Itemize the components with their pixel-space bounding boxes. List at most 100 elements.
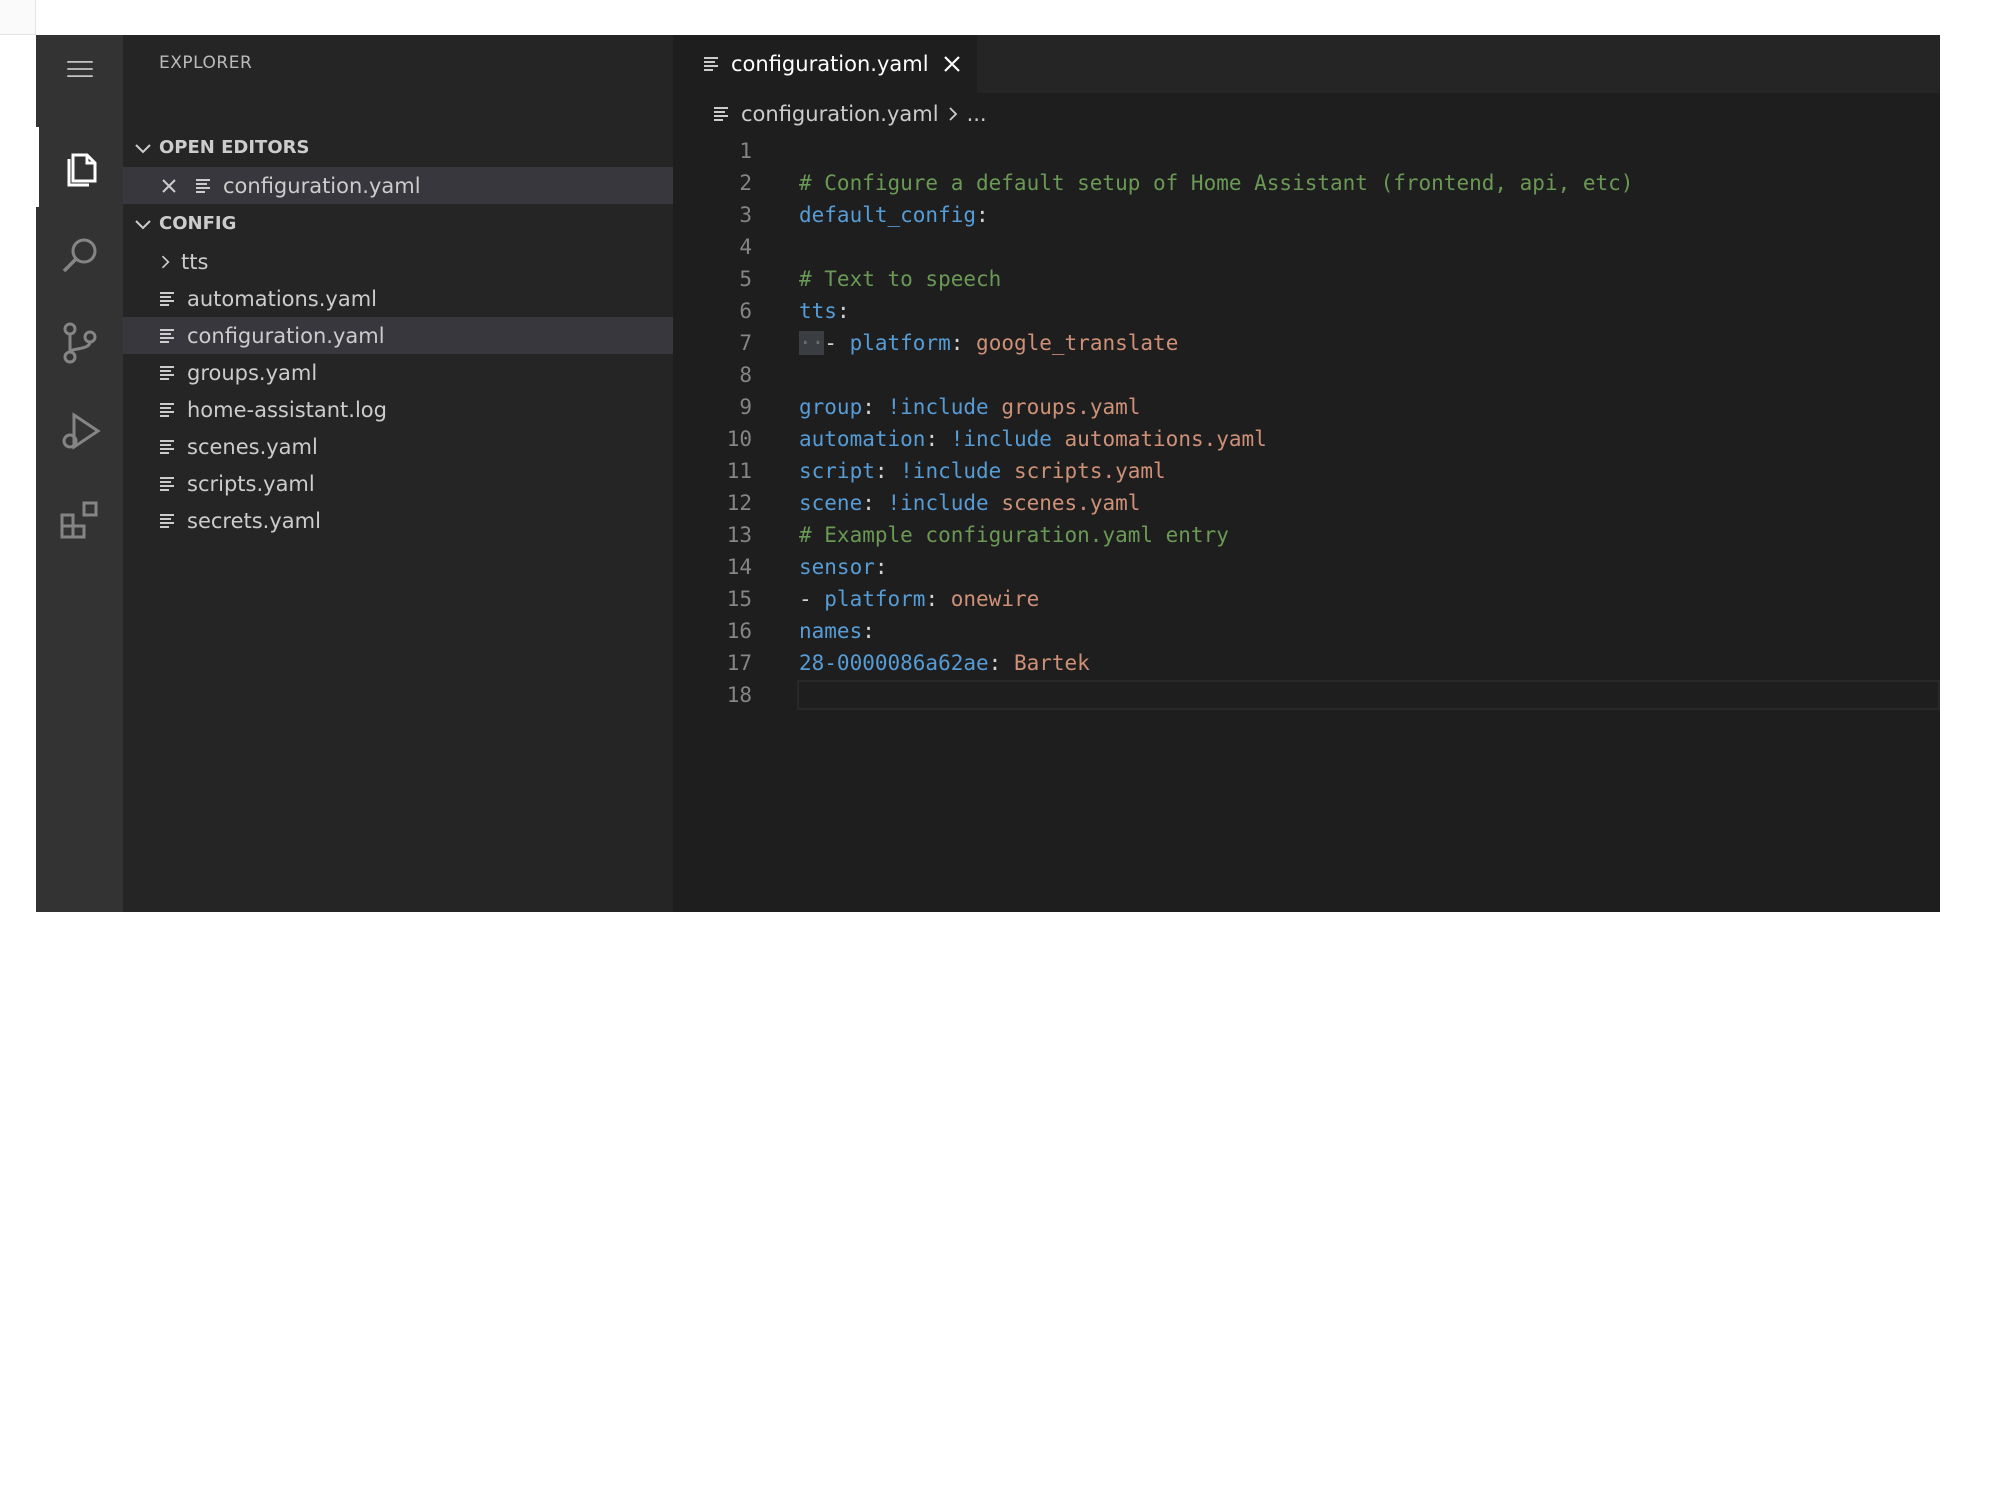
tree-item-scripts[interactable]: scripts.yaml (123, 465, 673, 502)
code-line[interactable]: 3 default_config: (673, 199, 1940, 231)
code-line[interactable]: 15 - platform: onewire (673, 583, 1940, 615)
code-token-key: default_config (799, 203, 977, 227)
open-editors-header[interactable]: OPEN EDITORS (123, 129, 673, 166)
tree-item-label: home-assistant.log (187, 397, 387, 422)
breadcrumb: configuration.yaml ... (713, 99, 987, 129)
menu-icon[interactable] (36, 41, 123, 97)
open-editor-item[interactable]: configuration.yaml (123, 167, 673, 204)
code-token-punc: : (988, 651, 1014, 675)
code-text: group: !include groups.yaml (799, 395, 1140, 419)
tree-item-scenes[interactable]: scenes.yaml (123, 428, 673, 465)
code-line[interactable]: 7 ··- platform: google_translate (673, 327, 1940, 359)
line-number: 6 (739, 299, 752, 323)
run-debug-icon[interactable] (36, 391, 123, 471)
code-line[interactable]: 18 (673, 679, 1940, 711)
tree-item-label: tts (181, 249, 209, 274)
code-line[interactable]: 11 script: !include scripts.yaml (673, 455, 1940, 487)
code-token-val: Bartek (1013, 651, 1090, 675)
tree-item-label: automations.yaml (187, 286, 378, 311)
breadcrumb-file[interactable]: configuration.yaml (741, 102, 939, 126)
code-token-key: sensor (799, 555, 875, 579)
code-text: # Text to speech (799, 267, 1001, 291)
code-line[interactable]: 8 (673, 359, 1940, 391)
config-folder-header[interactable]: CONFIG (123, 205, 673, 242)
tree-item-home-assistant-log[interactable]: home-assistant.log (123, 391, 673, 428)
code-line[interactable]: 14 sensor: (673, 551, 1940, 583)
file-lines-icon (160, 328, 174, 343)
code-token-punc: : (836, 299, 850, 323)
code-token-comment: # Text to speech (799, 267, 1002, 291)
code-text: names: (799, 619, 875, 643)
code-token-key: automation (799, 427, 926, 451)
tree-item-automations[interactable]: automations.yaml (123, 280, 673, 317)
code-line[interactable]: 10 automation: !include automations.yaml (673, 423, 1940, 455)
code-token-punc: - (824, 331, 850, 355)
code-token-key: !include (950, 427, 1052, 451)
code-token-val: google_translate (976, 331, 1179, 355)
sidebar-title: EXPLORER (159, 53, 253, 73)
code-token-key: tts (799, 299, 837, 323)
code-token-indent: ·· (799, 331, 825, 355)
code-line[interactable]: 2 # Configure a default setup of Home Ass… (673, 167, 1940, 199)
code-line[interactable]: 4 (673, 231, 1940, 263)
code-token-val: automations.yaml (1051, 427, 1267, 451)
code-line[interactable]: 13 # Example configuration.yaml entry (673, 519, 1940, 551)
close-icon[interactable] (941, 53, 963, 75)
activity-bar (36, 35, 123, 912)
tree-item-label: configuration.yaml (187, 323, 385, 348)
line-number: 2 (739, 171, 752, 195)
close-icon[interactable] (159, 176, 179, 196)
code-line[interactable]: 17 28-0000086a62ae: Bartek (673, 647, 1940, 679)
search-icon[interactable] (36, 215, 123, 295)
code-line[interactable]: 9 group: !include groups.yaml (673, 391, 1940, 423)
breadcrumb-symbol[interactable]: ... (967, 102, 987, 126)
code-line[interactable]: 1 (673, 135, 1940, 167)
tabs-bar: configuration.yaml (673, 35, 1940, 93)
vscode-window: EXPLORER OPEN EDITORS configuration.yaml… (36, 35, 1940, 912)
extensions-icon[interactable] (36, 479, 123, 559)
tree-item-tts[interactable]: tts (123, 243, 673, 280)
line-number: 13 (726, 523, 752, 547)
line-number: 14 (726, 555, 752, 579)
tab-configuration-yaml[interactable]: configuration.yaml (673, 35, 977, 93)
chevron-right-icon (161, 255, 170, 268)
line-number: 11 (726, 459, 752, 483)
code-token-punc: : (976, 203, 989, 227)
line-number: 4 (739, 235, 752, 259)
line-number: 5 (739, 267, 752, 291)
line-number: 7 (739, 331, 752, 355)
editor-area: configuration.yaml configuration.yaml ..… (673, 35, 1940, 912)
code-line[interactable]: 12 scene: !include scenes.yaml (673, 487, 1940, 519)
file-lines-icon (160, 439, 174, 454)
code-text: scene: !include scenes.yaml (799, 491, 1140, 515)
line-number: 10 (726, 427, 752, 451)
current-line-highlight (797, 680, 1940, 710)
tree-item-label: scripts.yaml (187, 471, 315, 496)
tree-item-groups[interactable]: groups.yaml (123, 354, 673, 391)
chevron-down-icon (135, 143, 151, 153)
line-number: 3 (739, 203, 752, 227)
line-number: 9 (739, 395, 752, 419)
code-token-key: !include (900, 459, 1002, 483)
chevron-right-icon (948, 107, 957, 121)
top-left-corner (0, 0, 36, 35)
explorer-icon[interactable] (36, 127, 123, 207)
code-token-comment: # Configure a default setup of Home Assi… (799, 171, 1634, 195)
code-token-punc: : (925, 587, 951, 611)
line-number: 18 (726, 683, 752, 707)
source-control-icon[interactable] (36, 303, 123, 383)
tree-item-secrets[interactable]: secrets.yaml (123, 502, 673, 539)
code-line[interactable]: 5 # Text to speech (673, 263, 1940, 295)
tree-item-configuration[interactable]: configuration.yaml (123, 317, 673, 354)
file-lines-icon (704, 57, 718, 71)
code-token-key: !include (887, 491, 989, 515)
file-lines-icon (160, 291, 174, 306)
chevron-down-icon (135, 219, 151, 229)
code-token-val: groups.yaml (988, 395, 1141, 419)
code-text: 28-0000086a62ae: Bartek (799, 651, 1090, 675)
code-line[interactable]: 16 names: (673, 615, 1940, 647)
code-line[interactable]: 6 tts: (673, 295, 1940, 327)
code-token-key: platform (824, 587, 926, 611)
tree-item-label: groups.yaml (187, 360, 318, 385)
explorer-sidebar: EXPLORER OPEN EDITORS configuration.yaml… (123, 35, 673, 912)
